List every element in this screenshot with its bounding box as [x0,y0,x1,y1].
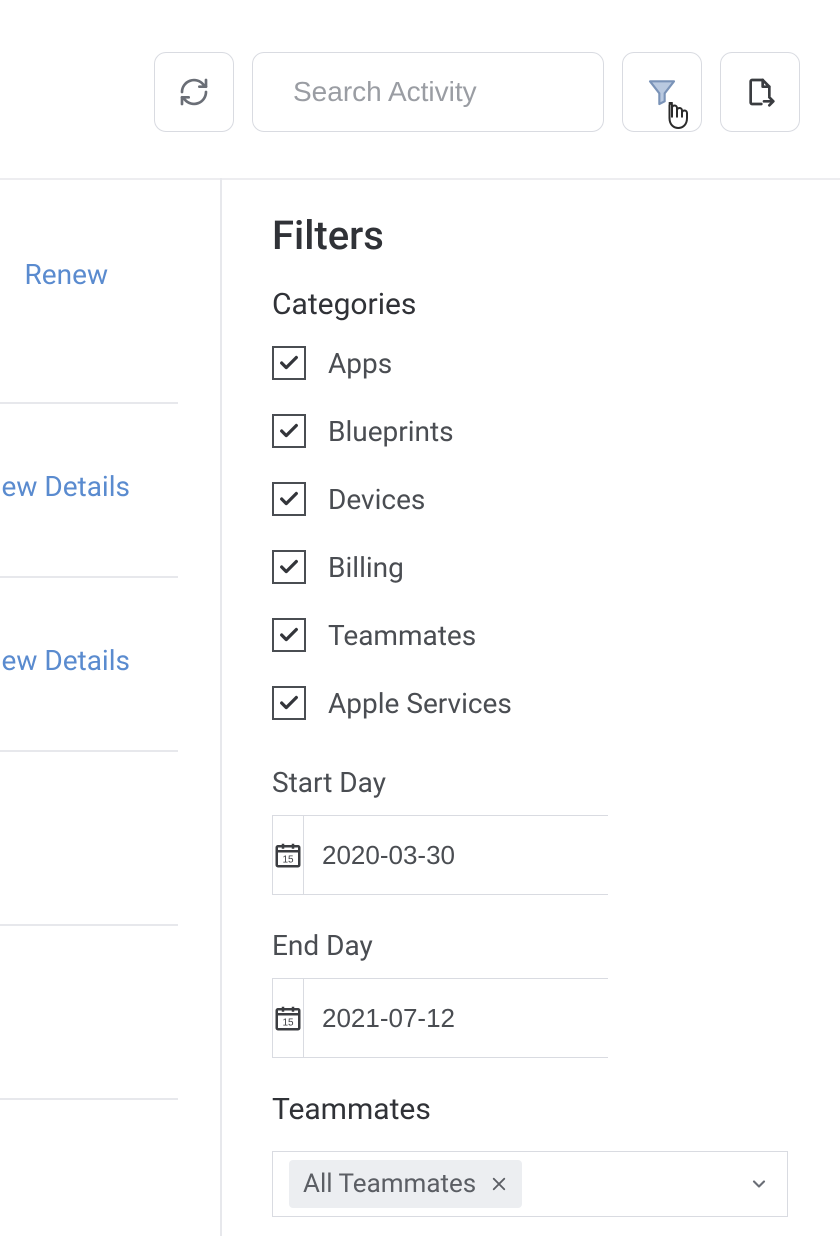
teammates-chip[interactable]: All Teammates [289,1160,522,1208]
renew-link[interactable]: Renew [25,258,108,291]
search-input[interactable] [291,75,656,109]
close-icon[interactable] [490,1175,508,1193]
checkbox-icon [272,550,306,584]
end-day-label: End Day [272,929,800,962]
start-day-input[interactable]: 15 [272,815,608,895]
category-apple-services[interactable]: Apple Services [272,686,800,720]
teammates-select[interactable]: All Teammates [272,1151,788,1217]
categories-list: Apps Blueprints Devices Billing Teammate… [272,346,800,720]
checkbox-icon [272,618,306,652]
category-apps[interactable]: Apps [272,346,800,380]
category-label: Apps [328,347,392,380]
filters-title: Filters [272,212,800,259]
calendar-icon: 15 [273,979,304,1057]
checkbox-icon [272,482,306,516]
end-day-value[interactable] [304,979,675,1057]
category-label: Teammates [328,619,476,652]
category-label: Apple Services [328,687,512,720]
export-button[interactable] [720,52,800,132]
svg-text:15: 15 [282,855,294,866]
filter-button[interactable] [622,52,702,132]
category-devices[interactable]: Devices [272,482,800,516]
toolbar [0,52,800,132]
category-teammates[interactable]: Teammates [272,618,800,652]
start-day-label: Start Day [272,766,800,799]
refresh-icon [178,76,210,108]
teammates-selected: All Teammates [303,1169,476,1199]
category-blueprints[interactable]: Blueprints [272,414,800,448]
category-label: Devices [328,483,425,516]
divider [0,1098,178,1100]
view-details-link[interactable]: iew Details [0,470,130,503]
categories-title: Categories [272,287,800,322]
checkbox-icon [272,414,306,448]
divider [0,402,178,404]
start-day-value[interactable] [304,816,675,894]
teammates-title: Teammates [272,1092,800,1127]
end-day-input[interactable]: 15 [272,978,608,1058]
category-label: Billing [328,551,404,584]
divider [0,924,178,926]
checkbox-icon [272,686,306,720]
left-column: Renew iew Details iew Details [0,178,222,1236]
end-day-field: End Day 15 [272,929,800,1058]
category-billing[interactable]: Billing [272,550,800,584]
calendar-icon: 15 [273,816,304,894]
filters-panel: Filters Categories Apps Blueprints Devic… [272,212,800,1217]
filter-icon [646,76,678,108]
divider [0,576,178,578]
refresh-button[interactable] [154,52,234,132]
search-box[interactable] [252,52,604,132]
category-label: Blueprints [328,415,454,448]
chevron-down-icon [749,1174,769,1194]
checkbox-icon [272,346,306,380]
export-icon [744,76,776,108]
svg-text:15: 15 [282,1018,294,1029]
start-day-field: Start Day 15 [272,766,800,895]
view-details-link[interactable]: iew Details [0,644,130,677]
divider [0,750,178,752]
